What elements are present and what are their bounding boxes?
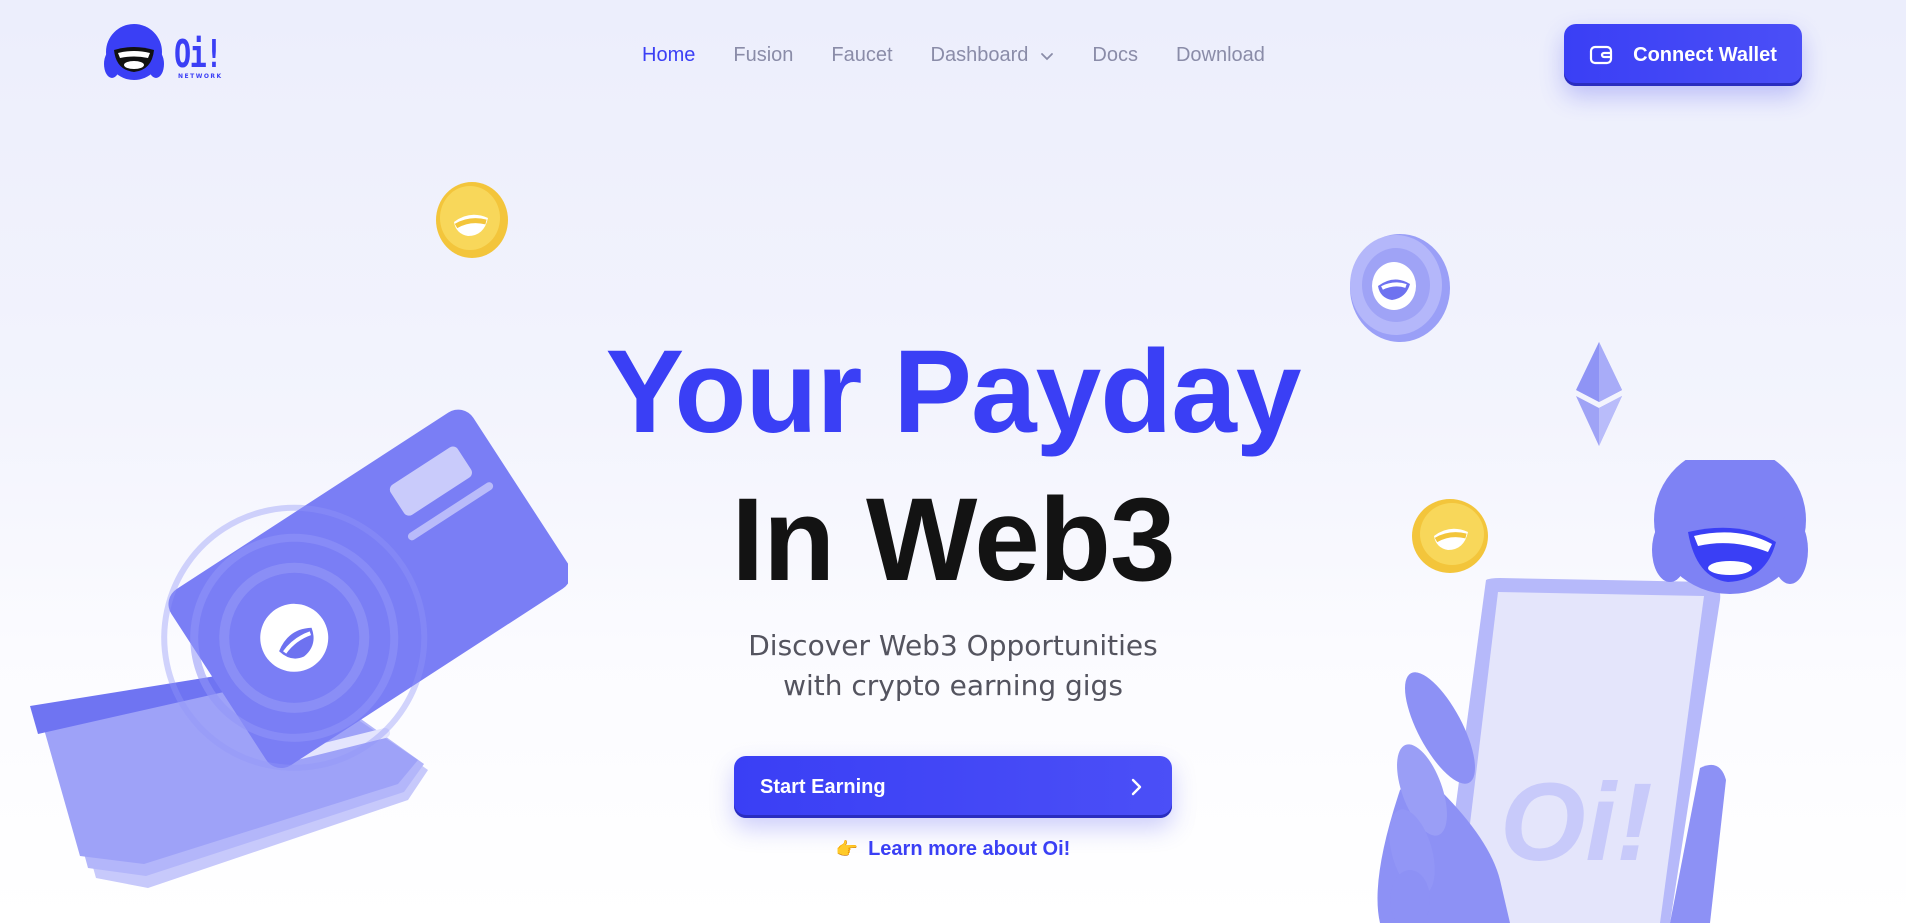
hero-title-line1: Your Payday xyxy=(605,326,1301,458)
hero-subtitle-line2: with crypto earning gigs xyxy=(783,669,1123,702)
nav-dashboard[interactable]: Dashboard xyxy=(931,44,1055,67)
nav-faucet[interactable]: Faucet xyxy=(831,44,892,67)
logo[interactable]: Oi! NETWORK xyxy=(102,22,222,86)
chevron-down-icon xyxy=(1041,52,1054,60)
nav-fusion[interactable]: Fusion xyxy=(733,44,793,67)
connect-wallet-button[interactable]: Connect Wallet xyxy=(1564,24,1802,86)
pointing-hand-icon: 👉 xyxy=(835,839,859,859)
start-earning-button[interactable]: Start Earning xyxy=(734,756,1172,818)
wallet-icon xyxy=(1590,45,1613,65)
logo-mascot-icon xyxy=(104,24,164,80)
chevron-right-icon xyxy=(1131,778,1142,796)
nav-home[interactable]: Home xyxy=(642,44,695,67)
nav-docs[interactable]: Docs xyxy=(1092,44,1138,67)
hero-subtitle-line1: Discover Web3 Opportunities xyxy=(748,629,1158,662)
logo-wordmark: Oi! xyxy=(174,32,222,76)
connect-wallet-label: Connect Wallet xyxy=(1633,43,1777,66)
svg-text:Oi!: Oi! xyxy=(1500,761,1653,884)
main-nav: Home Fusion Faucet Dashboard Docs Downlo… xyxy=(642,44,1303,67)
logo-subtitle: NETWORK xyxy=(178,73,223,80)
nav-download[interactable]: Download xyxy=(1176,44,1265,67)
coin-icon xyxy=(436,182,508,258)
learn-more-link[interactable]: 👉 Learn more about Oi! xyxy=(0,838,1906,861)
hero-subtitle: Discover Web3 Opportunities with crypto … xyxy=(0,626,1906,706)
learn-more-label: Learn more about Oi! xyxy=(868,838,1071,860)
hero-title-line2: In Web3 xyxy=(731,474,1175,606)
nav-dashboard-label: Dashboard xyxy=(930,44,1029,66)
start-earning-label: Start Earning xyxy=(760,775,886,798)
